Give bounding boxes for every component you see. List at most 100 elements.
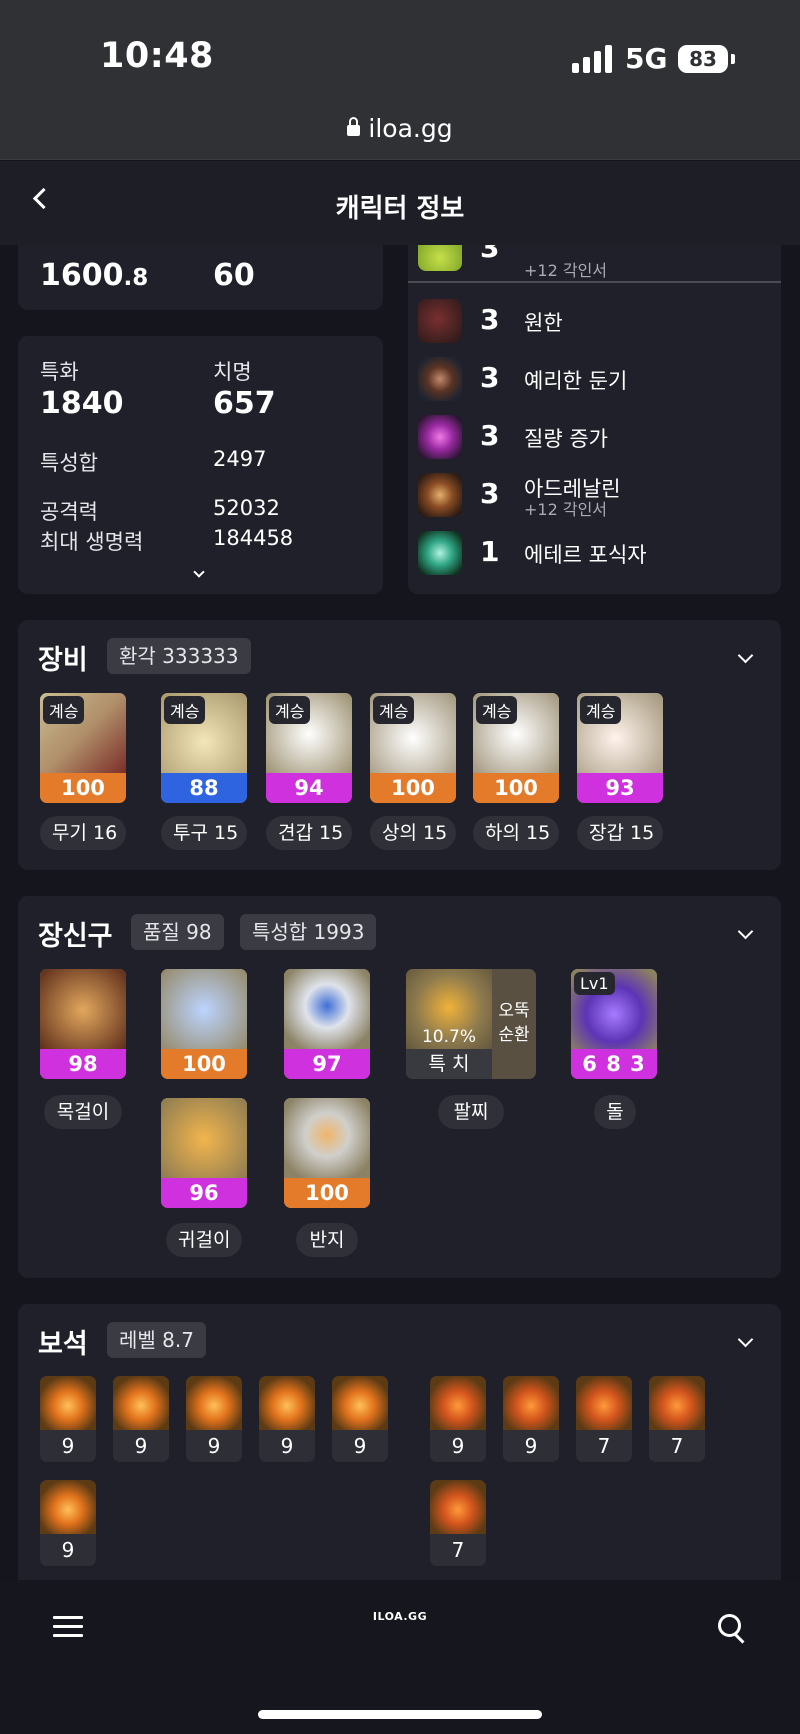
- accessory-label: 돌: [594, 1095, 636, 1129]
- gem-level: 9: [61, 1538, 75, 1562]
- engraving-name: 예리한 둔기: [524, 369, 628, 393]
- browser-url-bar[interactable]: iloa.gg: [0, 100, 800, 160]
- gem-item[interactable]: 9: [259, 1376, 315, 1462]
- stat-value-2: 60: [213, 258, 255, 293]
- home-indicator: [258, 1710, 542, 1719]
- gem-level-chip: 레벨 8.7: [107, 1322, 206, 1358]
- equipment-item[interactable]: 계승 94: [266, 693, 352, 803]
- ring-icon: [284, 969, 370, 1051]
- gem-item[interactable]: 7: [576, 1376, 632, 1462]
- earring-icon: [161, 1098, 247, 1180]
- engraving-name: 에테르 포식자: [524, 543, 647, 567]
- gem-item[interactable]: 7: [649, 1376, 705, 1462]
- engraving-level: 1: [480, 535, 500, 568]
- engraving-level: 3: [480, 419, 500, 452]
- site-logo[interactable]: ILOA.GG: [0, 1610, 800, 1623]
- engraving-row: 1 에테르 포식자: [408, 527, 781, 579]
- gem-icon: [40, 1376, 96, 1430]
- bracelet-stats: 특 치: [406, 1049, 492, 1079]
- gem-icon: [40, 1480, 96, 1534]
- expand-chevron-icon[interactable]: [193, 566, 205, 578]
- engraving-row: 3 질량 증가: [408, 411, 781, 463]
- bracelet-item[interactable]: 10.7% 특 치 오뚝 순환: [406, 969, 536, 1079]
- gem-icon: [576, 1376, 632, 1430]
- equipment-item[interactable]: 계승 100: [40, 693, 126, 803]
- quality-bar: 100: [284, 1178, 370, 1208]
- succession-tag: 계승: [269, 696, 311, 724]
- gem-item[interactable]: 9: [40, 1376, 96, 1462]
- gem-level: 9: [61, 1434, 75, 1458]
- gem-item[interactable]: 9: [40, 1480, 96, 1566]
- earring-icon: [161, 969, 247, 1051]
- attack-value: 52032: [213, 496, 280, 520]
- search-icon[interactable]: [718, 1614, 748, 1644]
- accessory-item[interactable]: 100: [284, 1098, 370, 1208]
- equipment-item[interactable]: 계승 88: [161, 693, 247, 803]
- gem-icon: [259, 1376, 315, 1430]
- trait-sum-value: 2497: [213, 447, 267, 471]
- accessory-item[interactable]: 96: [161, 1098, 247, 1208]
- divider: [408, 281, 781, 283]
- engraving-row: 3 아드레날린 +12 각인서: [408, 469, 781, 521]
- quality-bar: 100: [161, 1049, 247, 1079]
- status-bar: 10:48 5G 83: [0, 0, 800, 100]
- succession-tag: 계승: [476, 696, 518, 724]
- engraving-level: 3: [480, 303, 500, 336]
- attack-label: 공격력: [40, 500, 98, 524]
- engraving-sub: +12 각인서: [524, 261, 608, 280]
- quality-bar: 93: [577, 773, 663, 803]
- section-title: 장비: [38, 645, 88, 676]
- page-header: 캐릭터 정보: [0, 161, 800, 245]
- gem-item[interactable]: 9: [332, 1376, 388, 1462]
- equipment-item[interactable]: 계승 100: [370, 693, 456, 803]
- engraving-name: 원한: [524, 311, 563, 335]
- quality-bar: 94: [266, 773, 352, 803]
- trait-sum-label: 특성합: [40, 451, 98, 475]
- quality-bar: 100: [40, 773, 126, 803]
- quality-bar: 100: [370, 773, 456, 803]
- engraving-level: 3: [480, 361, 500, 394]
- necklace-icon: [40, 969, 126, 1051]
- quality-chip: 품질 98: [131, 914, 224, 950]
- gem-item[interactable]: 9: [503, 1376, 559, 1462]
- stone-level: Lv1: [574, 972, 615, 995]
- engraving-icon: [418, 473, 462, 517]
- equipment-chip: 환각 333333: [107, 638, 251, 674]
- collapse-chevron-icon[interactable]: [737, 923, 754, 940]
- ring-icon: [284, 1098, 370, 1180]
- hp-label: 최대 생명력: [40, 530, 144, 554]
- gem-item[interactable]: 7: [430, 1480, 486, 1566]
- gem-level: 9: [207, 1434, 221, 1458]
- hp-value: 184458: [213, 526, 294, 550]
- equipment-label: 상의 15: [370, 816, 456, 850]
- stone-item[interactable]: Lv1 6 8 3: [571, 969, 657, 1079]
- trait-chip: 특성합 1993: [240, 914, 377, 950]
- gem-icon: [113, 1376, 169, 1430]
- gem-item[interactable]: 9: [430, 1376, 486, 1462]
- quality-bar: 97: [284, 1049, 370, 1079]
- accessory-item[interactable]: 97: [284, 969, 370, 1079]
- engraving-row: 3 예리한 둔기: [408, 353, 781, 405]
- gem-level: 9: [280, 1434, 294, 1458]
- stats-card: 특화 치명 1840 657 특성합 2497 공격력 52032 최대 생명력…: [18, 336, 383, 594]
- accessory-label: 반지: [296, 1223, 358, 1257]
- equipment-item[interactable]: 계승 93: [577, 693, 663, 803]
- collapse-chevron-icon[interactable]: [737, 647, 754, 664]
- gem-icon: [430, 1376, 486, 1430]
- bracelet-percent: 10.7%: [421, 1027, 476, 1047]
- gem-level: 7: [670, 1434, 684, 1458]
- accessory-item[interactable]: 98: [40, 969, 126, 1079]
- equipment-item[interactable]: 계승 100: [473, 693, 559, 803]
- gem-level: 7: [597, 1434, 611, 1458]
- accessory-item[interactable]: 100: [161, 969, 247, 1079]
- succession-tag: 계승: [580, 696, 622, 724]
- collapse-chevron-icon[interactable]: [737, 1331, 754, 1348]
- quality-bar: 98: [40, 1049, 126, 1079]
- url-display[interactable]: iloa.gg: [0, 114, 800, 143]
- gem-level: 9: [353, 1434, 367, 1458]
- gem-level: 9: [451, 1434, 465, 1458]
- quality-bar: 96: [161, 1178, 247, 1208]
- gem-item[interactable]: 9: [113, 1376, 169, 1462]
- crit-value: 657: [213, 386, 276, 421]
- gem-item[interactable]: 9: [186, 1376, 242, 1462]
